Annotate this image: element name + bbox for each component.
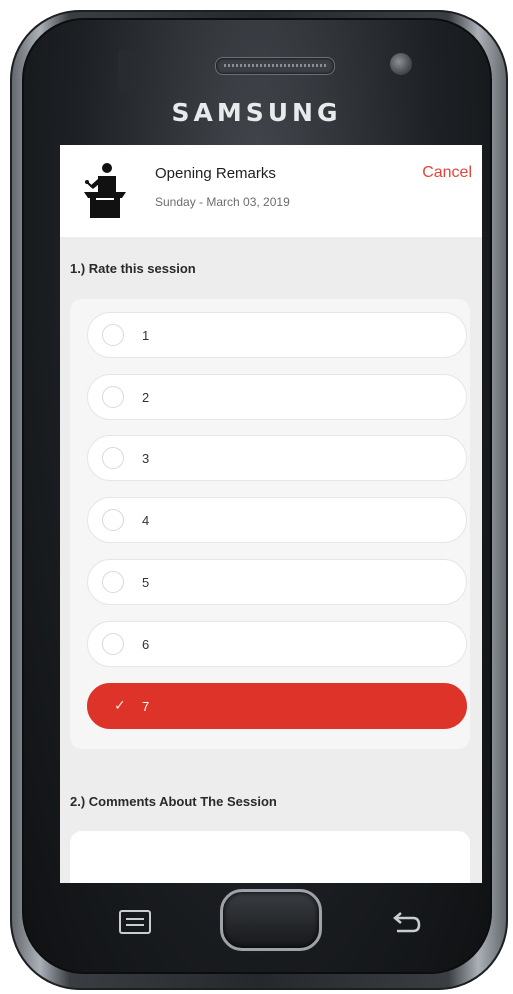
radio-icon bbox=[102, 509, 124, 531]
rating-option-1[interactable]: 1 bbox=[87, 312, 467, 358]
rating-option-label: 2 bbox=[142, 390, 150, 405]
back-arrow-icon[interactable] bbox=[389, 907, 423, 937]
comments-textarea[interactable] bbox=[70, 831, 470, 883]
rating-options-card: 1 2 3 4 5 6 ✓ 7 bbox=[70, 299, 470, 749]
rating-option-3[interactable]: 3 bbox=[87, 435, 467, 481]
rating-option-6[interactable]: 6 bbox=[87, 621, 467, 667]
rating-option-label: 7 bbox=[142, 699, 150, 714]
rating-option-label: 4 bbox=[142, 513, 150, 528]
session-header: Opening Remarks Sunday - March 03, 2019 … bbox=[60, 145, 482, 237]
rating-option-2[interactable]: 2 bbox=[87, 374, 467, 420]
session-title: Opening Remarks bbox=[155, 165, 276, 182]
rating-option-5[interactable]: 5 bbox=[87, 559, 467, 605]
question-rate-label: 1.) Rate this session bbox=[70, 261, 196, 276]
rating-option-4[interactable]: 4 bbox=[87, 497, 467, 543]
checkmark-icon: ✓ bbox=[114, 697, 126, 713]
home-key[interactable] bbox=[220, 889, 322, 951]
radio-icon bbox=[102, 324, 124, 346]
radio-icon bbox=[102, 447, 124, 469]
radio-icon bbox=[102, 571, 124, 593]
rating-option-label: 1 bbox=[142, 328, 150, 343]
rating-option-7[interactable]: ✓ 7 bbox=[87, 683, 467, 729]
app-screen: Opening Remarks Sunday - March 03, 2019 … bbox=[60, 145, 482, 883]
front-camera bbox=[390, 53, 412, 75]
cancel-button[interactable]: Cancel bbox=[422, 164, 472, 182]
session-date: Sunday - March 03, 2019 bbox=[155, 195, 290, 209]
speaker-podium-icon bbox=[84, 163, 126, 218]
rating-option-label: 3 bbox=[142, 451, 150, 466]
earpiece-speaker bbox=[215, 57, 335, 75]
device-brand: SAMSUNG bbox=[171, 98, 342, 127]
proximity-sensor bbox=[118, 50, 138, 92]
question-comments-label: 2.) Comments About The Session bbox=[70, 794, 277, 809]
rating-option-label: 6 bbox=[142, 637, 150, 652]
radio-icon bbox=[102, 633, 124, 655]
radio-icon bbox=[102, 386, 124, 408]
menu-key-icon[interactable] bbox=[118, 909, 152, 935]
rating-option-label: 5 bbox=[142, 575, 150, 590]
